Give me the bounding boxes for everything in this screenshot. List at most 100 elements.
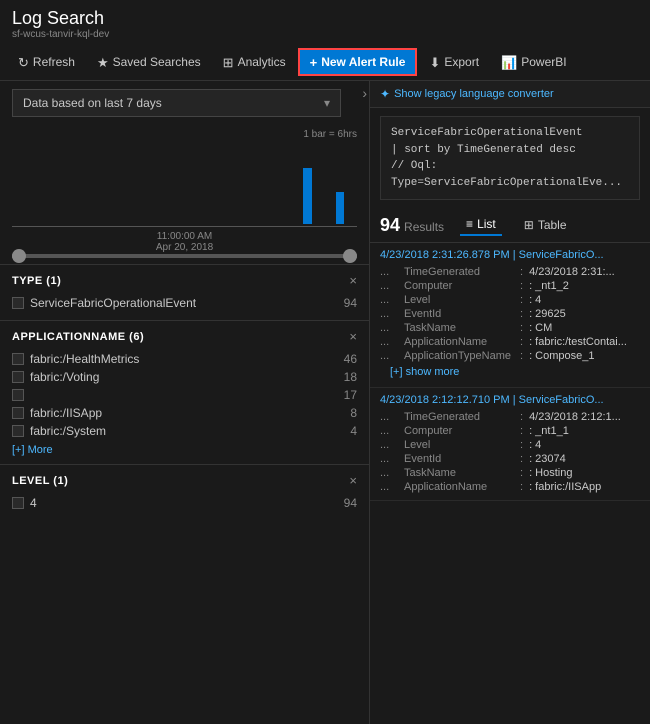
bar-29	[314, 223, 323, 224]
log-field-0-6: ...ApplicationTypeName:: Compose_1	[380, 349, 640, 363]
filter-header-type: TYPE (1) ×	[12, 273, 357, 288]
app-title: Log Search	[12, 8, 638, 29]
chart-axis	[12, 226, 357, 227]
filter-checkbox-applicationname-3[interactable]	[12, 407, 24, 419]
log-field-dots-0-2[interactable]: ...	[380, 294, 400, 306]
log-field-dots-0-5[interactable]: ...	[380, 336, 400, 348]
log-field-sep-0-5: :	[520, 336, 523, 348]
bar-23	[250, 223, 259, 224]
filter-title-type: TYPE (1)	[12, 275, 61, 287]
log-field-value-1-0: 4/23/2018 2:12:1...	[529, 411, 621, 423]
log-field-dots-1-0[interactable]: ...	[380, 411, 400, 423]
log-field-dots-1-5[interactable]: ...	[380, 481, 400, 493]
filter-title-level: LEVEL (1)	[12, 475, 68, 487]
log-field-sep-1-3: :	[520, 453, 523, 465]
date-range-arrow-icon: ▾	[324, 96, 330, 110]
filter-close-type[interactable]: ×	[349, 273, 357, 288]
filter-item-left: fabric:/Voting	[12, 370, 99, 384]
bar-25	[271, 223, 280, 224]
log-field-value-1-2: : 4	[529, 439, 541, 451]
bar-18	[196, 223, 205, 224]
log-entry-header-0[interactable]: 4/23/2018 2:31:26.878 PM | ServiceFabric…	[380, 249, 640, 261]
saved-searches-button[interactable]: ★ Saved Searches	[87, 50, 211, 74]
log-field-dots-0-4[interactable]: ...	[380, 322, 400, 334]
filter-item-type-0[interactable]: ServiceFabricOperationalEvent94	[12, 294, 357, 312]
log-field-dots-1-3[interactable]: ...	[380, 453, 400, 465]
filter-item-label-applicationname-0: fabric:/HealthMetrics	[30, 352, 139, 366]
analytics-button[interactable]: ⊞ Analytics	[213, 50, 296, 74]
filter-checkbox-applicationname-0[interactable]	[12, 353, 24, 365]
filter-checkbox-applicationname-4[interactable]	[12, 425, 24, 437]
bar-4	[46, 223, 55, 224]
chart-timestamp: 11:00:00 AM Apr 20, 2018	[12, 231, 357, 253]
filter-checkbox-applicationname-1[interactable]	[12, 371, 24, 383]
bar-5	[57, 223, 66, 224]
log-field-dots-1-1[interactable]: ...	[380, 425, 400, 437]
bar-21	[228, 223, 237, 224]
right-panel: ✦ Show legacy language converter Service…	[370, 81, 650, 724]
filter-item-left: 4	[12, 496, 37, 510]
log-field-dots-0-1[interactable]: ...	[380, 280, 400, 292]
log-field-dots-1-2[interactable]: ...	[380, 439, 400, 451]
refresh-icon: ↻	[18, 56, 29, 69]
slider-thumb-right[interactable]	[343, 249, 357, 263]
filter-item-label-applicationname-1: fabric:/Voting	[30, 370, 99, 384]
date-range-text: Data based on last 7 days	[23, 96, 162, 110]
log-field-dots-0-0[interactable]: ...	[380, 266, 400, 278]
collapse-icon[interactable]: ›	[362, 85, 367, 101]
filter-header-applicationname: APPLICATIONNAME (6)×	[12, 329, 357, 344]
filter-close-level[interactable]: ×	[349, 473, 357, 488]
bar-15	[164, 223, 173, 224]
legacy-bar[interactable]: ✦ Show legacy language converter	[370, 81, 650, 108]
export-button[interactable]: ⬇ Export	[419, 50, 489, 74]
log-entry-1: 4/23/2018 2:12:12.710 PM | ServiceFabric…	[370, 388, 650, 501]
log-field-name-1-2: Level	[404, 439, 514, 451]
log-field-name-0-5: ApplicationName	[404, 336, 514, 348]
list-view-button[interactable]: ≡ List	[460, 214, 502, 236]
filter-checkbox-level-0[interactable]	[12, 497, 24, 509]
date-range-selector[interactable]: Data based on last 7 days ▾	[12, 89, 341, 117]
filter-header-level: LEVEL (1) ×	[12, 473, 357, 488]
filter-close-applicationname[interactable]: ×	[349, 329, 357, 344]
log-show-more-0[interactable]: [+] show more	[380, 363, 640, 381]
filter-item-label-level-0: 4	[30, 496, 37, 510]
table-view-button[interactable]: ⊞ Table	[518, 215, 573, 235]
bar-11	[121, 223, 130, 224]
download-icon: ⬇	[429, 56, 440, 69]
star-icon: ★	[97, 56, 109, 69]
filter-item-left: fabric:/HealthMetrics	[12, 352, 139, 366]
bar-19	[207, 223, 216, 224]
new-alert-button[interactable]: + New Alert Rule	[298, 48, 418, 76]
log-field-dots-0-3[interactable]: ...	[380, 308, 400, 320]
legacy-label: Show legacy language converter	[394, 88, 554, 100]
powerbi-button[interactable]: 📊 PowerBI	[491, 50, 577, 74]
filter-item-applicationname-2[interactable]: 17	[12, 386, 357, 404]
chart-bar-label: 1 bar = 6hrs	[12, 129, 357, 140]
log-field-sep-0-1: :	[520, 280, 523, 292]
log-field-value-0-1: : _nt1_2	[529, 280, 569, 292]
log-entry-header-1[interactable]: 4/23/2018 2:12:12.710 PM | ServiceFabric…	[380, 394, 640, 406]
log-field-sep-0-3: :	[520, 308, 523, 320]
filter-more-applicationname[interactable]: [+] More	[12, 444, 53, 456]
slider-thumb-left[interactable]	[12, 249, 26, 263]
refresh-button[interactable]: ↻ Refresh	[8, 50, 85, 74]
filter-item-count-applicationname-0: 46	[344, 352, 357, 366]
filter-item-applicationname-1[interactable]: fabric:/Voting18	[12, 368, 357, 386]
filter-item-applicationname-4[interactable]: fabric:/System4	[12, 422, 357, 440]
filter-item-level-0[interactable]: 494	[12, 494, 357, 512]
bar-3	[35, 223, 44, 224]
log-field-dots-1-4[interactable]: ...	[380, 467, 400, 479]
log-field-name-0-2: Level	[404, 294, 514, 306]
log-field-0-4: ...TaskName:: CM	[380, 321, 640, 335]
powerbi-label: PowerBI	[521, 55, 566, 69]
log-field-0-1: ...Computer:: _nt1_2	[380, 279, 640, 293]
log-field-1-5: ...ApplicationName:: fabric:/IISApp	[380, 480, 640, 494]
log-field-dots-0-6[interactable]: ...	[380, 350, 400, 362]
toolbar: ↻ Refresh ★ Saved Searches ⊞ Analytics +…	[0, 44, 650, 81]
filter-checkbox-applicationname-2[interactable]	[12, 389, 24, 401]
slider-fill	[12, 254, 357, 258]
filter-item-applicationname-3[interactable]: fabric:/IISApp8	[12, 404, 357, 422]
filter-item-applicationname-0[interactable]: fabric:/HealthMetrics 46	[12, 350, 357, 368]
filter-checkbox-type-0[interactable]	[12, 297, 24, 309]
bar-13	[143, 223, 152, 224]
